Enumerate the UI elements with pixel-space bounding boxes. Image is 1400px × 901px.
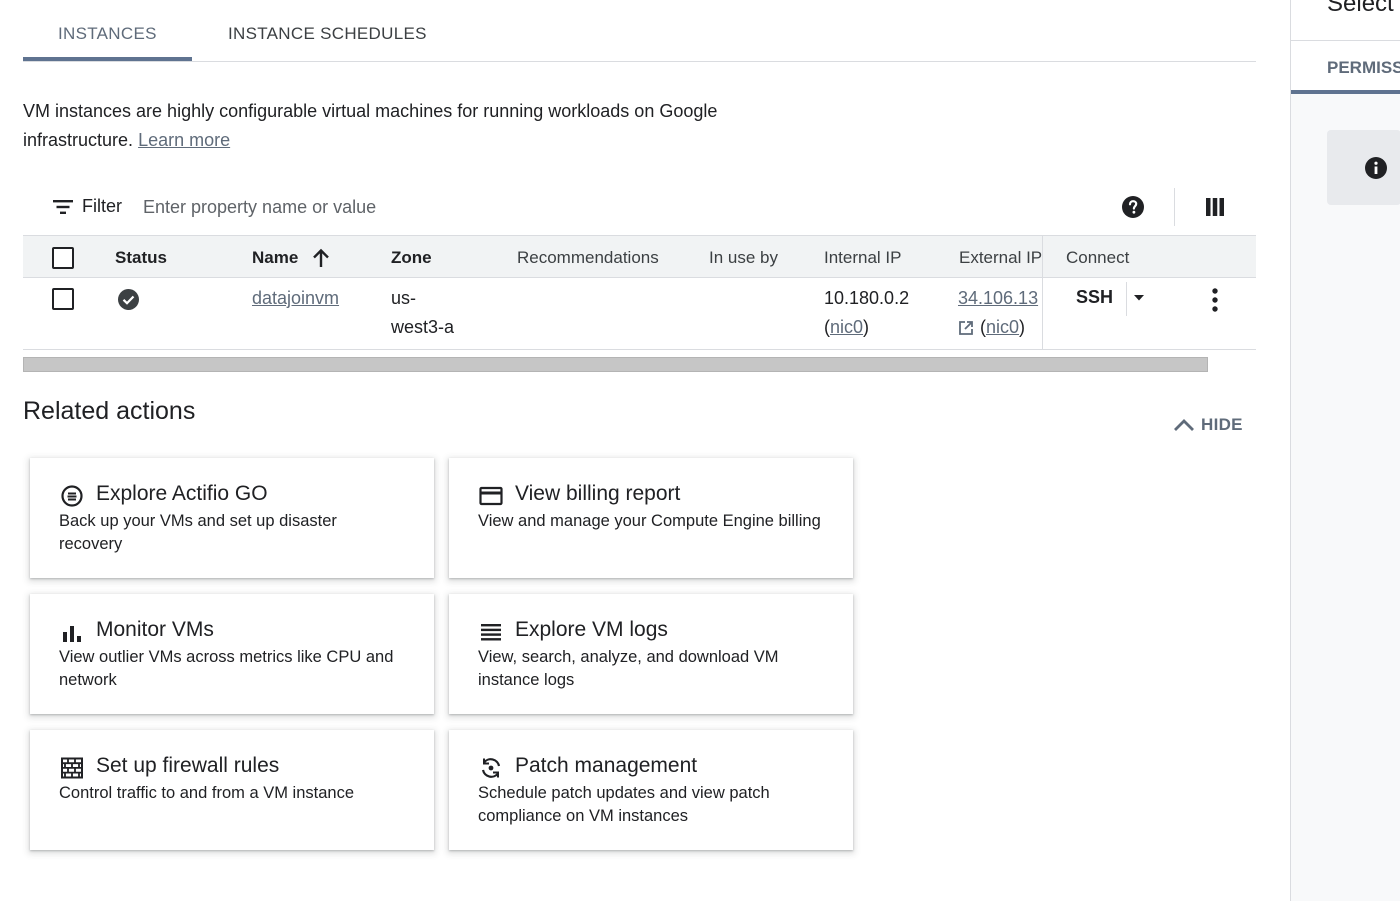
filter-bar: Filter (23, 180, 1256, 235)
header-connect: Connect (1066, 248, 1130, 267)
tab-bar: INSTANCES INSTANCE SCHEDULES (23, 0, 1256, 62)
row-checkbox[interactable] (52, 288, 74, 310)
side-panel-title: Select (1327, 0, 1394, 17)
header-zone[interactable]: Zone (391, 248, 432, 268)
internal-ip-cell: 10.180.0.2 (nic0) (824, 284, 909, 342)
info-icon (1365, 157, 1387, 179)
related-actions-title: Related actions (23, 397, 196, 425)
actifio-icon (61, 485, 83, 507)
card-explore-vm-logs[interactable]: Explore VM logs View, search, analyze, a… (449, 594, 853, 714)
patch-sync-icon (481, 758, 501, 778)
header-recommendations[interactable]: Recommendations (517, 248, 659, 268)
header-internal-ip[interactable]: Internal IP (824, 248, 902, 268)
card-explore-actifio[interactable]: Explore Actifio GO Back up your VMs and … (30, 458, 434, 578)
page-description: VM instances are highly configurable vir… (23, 97, 803, 155)
filter-list-icon[interactable] (53, 199, 73, 215)
logs-list-icon (481, 624, 501, 641)
zone-line-1: us- (391, 288, 417, 308)
card-description: View, search, analyze, and download VM i… (478, 648, 779, 689)
table-row: datajoinvm us- west3-a 10.180.0.2 (nic0)… (23, 278, 1256, 350)
description-text: VM instances are highly configurable vir… (23, 101, 718, 150)
card-description: View and manage your Compute Engine bill… (478, 512, 821, 530)
card-title: Explore Actifio GO (96, 482, 268, 505)
learn-more-link[interactable]: Learn more (138, 130, 230, 150)
zone-line-2: west3-a (391, 317, 455, 337)
select-all-checkbox[interactable] (52, 247, 74, 269)
internal-nic-link[interactable]: nic0 (830, 317, 863, 337)
card-title: View billing report (515, 482, 681, 505)
card-title: Patch management (515, 754, 698, 777)
bar-chart-icon (63, 626, 81, 642)
internal-nic-close: ) (863, 317, 870, 337)
card-firewall-rules[interactable]: Set up firewall rules Control traffic to… (30, 730, 434, 850)
external-ip-link[interactable]: 34.106.13 (958, 288, 1038, 308)
caret-down-icon[interactable] (1131, 290, 1147, 306)
horizontal-scrollbar[interactable] (23, 357, 1208, 372)
more-vert-icon[interactable] (1206, 287, 1224, 313)
open-in-new-icon[interactable] (958, 320, 974, 336)
arrow-up-icon[interactable] (312, 248, 330, 268)
hide-button[interactable]: HIDE (1173, 414, 1243, 436)
card-description: View outlier VMs across metrics like CPU… (59, 648, 394, 689)
tab-instance-schedules[interactable]: INSTANCE SCHEDULES (228, 24, 427, 44)
card-view-billing[interactable]: View billing report View and manage your… (449, 458, 853, 578)
active-tab-indicator (23, 57, 192, 61)
side-panel-divider (1291, 40, 1400, 41)
external-ip-cell: 34.106.13 (nic0) (958, 284, 1038, 342)
card-description: Schedule patch updates and view patch co… (478, 784, 770, 825)
header-in-use-by[interactable]: In use by (709, 248, 778, 268)
hide-label: HIDE (1201, 415, 1243, 434)
help-icon[interactable] (1122, 196, 1144, 218)
card-title: Set up firewall rules (96, 754, 280, 777)
side-panel-body (1291, 94, 1400, 901)
card-title: Explore VM logs (515, 618, 668, 641)
filter-input[interactable] (143, 192, 563, 222)
ssh-button[interactable]: SSH (1076, 287, 1113, 308)
header-status[interactable]: Status (115, 248, 167, 268)
instances-table: Status Name Zone Recommendations In use … (23, 235, 1256, 350)
table-header-row: Status Name Zone Recommendations In use … (23, 235, 1256, 278)
tab-permissions[interactable]: PERMISS (1327, 58, 1400, 78)
filter-label: Filter (82, 196, 122, 216)
tab-instances[interactable]: INSTANCES (58, 24, 157, 44)
card-description: Control traffic to and from a VM instanc… (59, 784, 354, 802)
instance-zone: us- west3-a (391, 284, 454, 342)
column-display-icon[interactable] (1206, 198, 1224, 216)
ssh-divider (1126, 282, 1127, 316)
firewall-icon (61, 757, 83, 779)
card-description: Back up your VMs and set up disaster rec… (59, 512, 337, 553)
chevron-up-icon (1174, 419, 1194, 431)
side-panel: Select PERMISS (1290, 0, 1400, 901)
check-circle-icon (118, 289, 139, 310)
header-external-ip[interactable]: External IP (959, 248, 1042, 268)
instance-name-link[interactable]: datajoinvm (252, 288, 339, 308)
external-nic-link[interactable]: nic0 (986, 317, 1019, 337)
billing-card-icon (479, 486, 503, 506)
card-patch-management[interactable]: Patch management Schedule patch updates … (449, 730, 853, 850)
filter-divider (1174, 188, 1175, 226)
external-nic-close: ) (1019, 317, 1026, 337)
header-name[interactable]: Name (252, 248, 298, 268)
internal-ip-value: 10.180.0.2 (824, 288, 910, 308)
side-info-box (1327, 130, 1400, 205)
card-title: Monitor VMs (96, 618, 214, 641)
card-monitor-vms[interactable]: Monitor VMs View outlier VMs across metr… (30, 594, 434, 714)
